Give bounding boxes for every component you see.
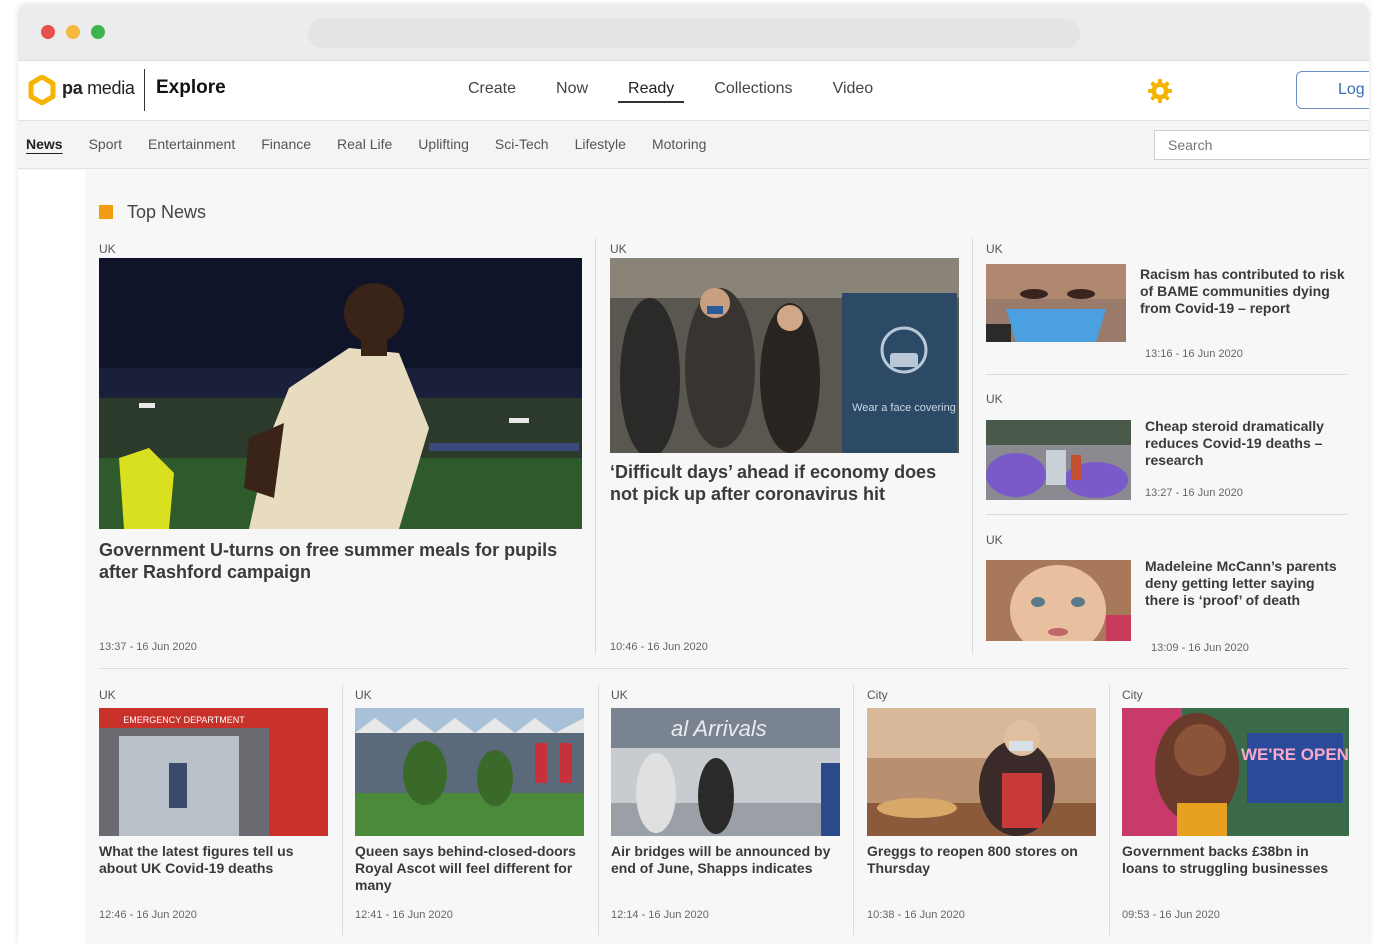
story-time: 13:09 - 16 Jun 2020	[1151, 642, 1249, 654]
airport-arrivals-photo[interactable]: al Arrivals	[611, 708, 840, 836]
category-real-life[interactable]: Real Life	[337, 121, 392, 169]
nav-video[interactable]: Video	[813, 61, 894, 121]
child-portrait-photo[interactable]	[986, 560, 1131, 641]
story-tag: UK	[986, 242, 1003, 256]
category-sport[interactable]: Sport	[89, 121, 122, 169]
featured-headline[interactable]: ‘Difficult days’ ahead if economy does n…	[610, 462, 965, 506]
side-headline[interactable]: Cheap steroid dramatically reduces Covid…	[1145, 418, 1350, 469]
category-news[interactable]: News	[26, 121, 63, 169]
story-tag: UK	[610, 242, 627, 256]
story-tag: UK	[99, 242, 116, 256]
top-navigation: pa media Explore Create Now Ready Collec…	[18, 61, 1369, 121]
settings-gear-icon[interactable]	[1146, 77, 1174, 105]
divider	[1109, 685, 1110, 935]
top-news-section: Top News UK Government U-turns on free s…	[85, 170, 1369, 944]
face-covering-photo[interactable]: Wear a face covering	[610, 258, 959, 453]
logo-divider	[144, 69, 145, 111]
category-nav: News Sport Entertainment Finance Real Li…	[18, 121, 1369, 169]
pa-media-logo-icon[interactable]	[27, 75, 57, 105]
featured-headline[interactable]: Government U-turns on free summer meals …	[99, 540, 569, 584]
story-time: 13:16 - 16 Jun 2020	[1145, 348, 1243, 360]
emergency-department-photo[interactable]: EMERGENCY DEPARTMENT	[99, 708, 328, 836]
section-title: Top News	[99, 202, 206, 223]
bottom-headline[interactable]: Government backs £38bn in loans to strug…	[1122, 843, 1347, 877]
story-time: 09:53 - 16 Jun 2020	[1122, 909, 1220, 921]
browser-window: pa media Explore Create Now Ready Collec…	[18, 4, 1369, 944]
divider	[986, 514, 1348, 515]
story-time: 10:38 - 16 Jun 2020	[867, 909, 965, 921]
story-tag: City	[867, 688, 888, 702]
close-window-dot[interactable]	[41, 25, 55, 39]
side-headline[interactable]: Madeleine McCann’s parents deny getting …	[1145, 558, 1350, 609]
story-time: 13:37 - 16 Jun 2020	[99, 641, 197, 653]
story-tag: UK	[986, 392, 1003, 406]
story-time: 10:46 - 16 Jun 2020	[610, 641, 708, 653]
section-accent-square	[99, 205, 113, 219]
bottom-headline[interactable]: Queen says behind-closed-doors Royal Asc…	[355, 843, 580, 894]
category-lifestyle[interactable]: Lifestyle	[575, 121, 626, 169]
image-caption-text: WE'RE OPEN	[1241, 745, 1349, 764]
story-tag: UK	[611, 688, 628, 702]
minimize-window-dot[interactable]	[66, 25, 80, 39]
story-time: 12:14 - 16 Jun 2020	[611, 909, 709, 921]
category-entertainment[interactable]: Entertainment	[148, 121, 235, 169]
login-button[interactable]: Log	[1296, 71, 1369, 109]
category-finance[interactable]: Finance	[261, 121, 311, 169]
story-tag: UK	[355, 688, 372, 702]
divider	[342, 685, 343, 935]
image-caption-text: EMERGENCY DEPARTMENT	[123, 715, 245, 725]
search-input[interactable]	[1154, 130, 1369, 160]
maximize-window-dot[interactable]	[91, 25, 105, 39]
product-name[interactable]: Explore	[156, 77, 226, 99]
left-gutter	[18, 170, 85, 944]
image-caption-text: al Arrivals	[671, 716, 767, 741]
rashford-photo[interactable]	[99, 258, 582, 529]
bottom-headline[interactable]: Greggs to reopen 800 stores on Thursday	[867, 843, 1092, 877]
bottom-headline[interactable]: Air bridges will be announced by end of …	[611, 843, 836, 877]
royal-ascot-photo[interactable]	[355, 708, 584, 836]
steroid-lab-photo[interactable]	[986, 420, 1131, 500]
story-tag: UK	[986, 533, 1003, 547]
divider	[99, 668, 1348, 669]
address-bar[interactable]	[308, 19, 1080, 48]
divider	[853, 685, 854, 935]
nav-collections[interactable]: Collections	[694, 61, 812, 121]
divider	[595, 238, 596, 654]
divider	[986, 374, 1348, 375]
nav-create[interactable]: Create	[448, 61, 536, 121]
nav-ready[interactable]: Ready	[608, 61, 694, 121]
divider	[972, 238, 973, 654]
category-motoring[interactable]: Motoring	[652, 121, 706, 169]
bottom-headline[interactable]: What the latest figures tell us about UK…	[99, 843, 324, 877]
brand-logo-text[interactable]: pa media	[62, 78, 135, 99]
story-tag: City	[1122, 688, 1143, 702]
story-time: 12:41 - 16 Jun 2020	[355, 909, 453, 921]
category-uplifting[interactable]: Uplifting	[418, 121, 469, 169]
greggs-bakery-photo[interactable]	[867, 708, 1096, 836]
divider	[598, 685, 599, 935]
nav-now[interactable]: Now	[536, 61, 608, 121]
image-caption-text: Wear a face covering	[852, 402, 956, 414]
were-open-sign-photo[interactable]: WE'RE OPEN	[1122, 708, 1349, 836]
browser-chrome	[18, 4, 1369, 61]
story-tag: UK	[99, 688, 116, 702]
story-time: 12:46 - 16 Jun 2020	[99, 909, 197, 921]
story-time: 13:27 - 16 Jun 2020	[1145, 487, 1243, 499]
mask-face-photo[interactable]	[986, 264, 1126, 342]
side-headline[interactable]: Racism has contributed to risk of BAME c…	[1140, 266, 1345, 317]
category-sci-tech[interactable]: Sci-Tech	[495, 121, 549, 169]
main-nav: Create Now Ready Collections Video	[448, 61, 893, 121]
